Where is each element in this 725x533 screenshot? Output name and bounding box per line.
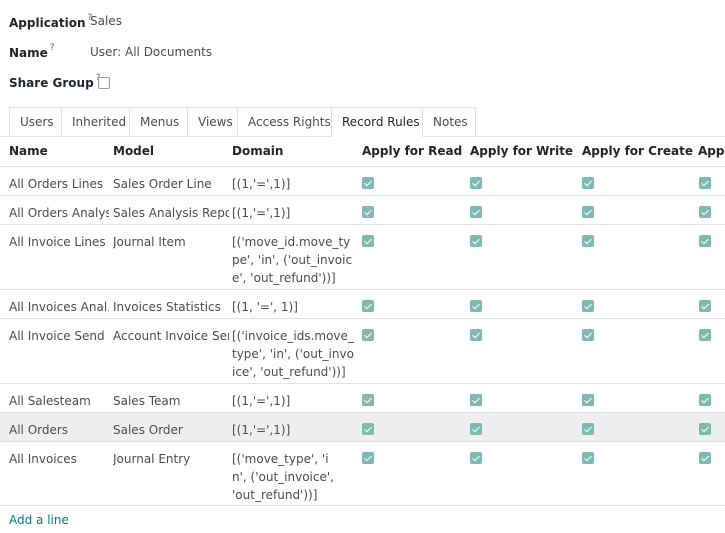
- tab-record-rules[interactable]: Record Rules: [332, 107, 423, 137]
- rule-name: All Orders Lines: [9, 177, 104, 191]
- delete-checkbox[interactable]: [699, 423, 711, 435]
- create-checkbox[interactable]: [582, 206, 594, 218]
- application-field: Application?: [9, 12, 92, 32]
- write-checkbox[interactable]: [470, 206, 482, 218]
- read-checkbox[interactable]: [362, 394, 374, 406]
- write-checkbox[interactable]: [470, 452, 482, 464]
- write-checkbox[interactable]: [470, 394, 482, 406]
- tab-notes[interactable]: Notes: [423, 107, 476, 137]
- share-group-checkbox[interactable]: [98, 77, 110, 89]
- rule-model: Journal Entry: [113, 452, 191, 466]
- tab-menus[interactable]: Menus: [130, 107, 188, 137]
- write-checkbox[interactable]: [470, 329, 482, 341]
- rule-domain: [('move_id.move_type', 'in', ('out_invoi…: [232, 235, 353, 285]
- rule-domain: [(1, '=', 1)]: [232, 300, 298, 314]
- table-row[interactable]: All Orders Analysis Sales Analysis Repor…: [0, 195, 725, 224]
- delete-checkbox[interactable]: [699, 235, 711, 247]
- write-checkbox[interactable]: [470, 177, 482, 189]
- read-checkbox[interactable]: [362, 329, 374, 341]
- create-checkbox[interactable]: [582, 394, 594, 406]
- table-row[interactable]: All Invoice Lines Journal Item [('move_i…: [0, 224, 725, 289]
- add-line-link[interactable]: Add a line: [9, 513, 69, 527]
- tab-inherited[interactable]: Inherited: [62, 107, 130, 137]
- read-checkbox[interactable]: [362, 452, 374, 464]
- delete-checkbox[interactable]: [699, 394, 711, 406]
- name-field: Name?: [9, 42, 55, 62]
- name-value[interactable]: User: All Documents: [90, 45, 212, 59]
- create-checkbox[interactable]: [582, 300, 594, 312]
- read-checkbox[interactable]: [362, 206, 374, 218]
- rule-model: Sales Order: [113, 423, 183, 437]
- delete-checkbox[interactable]: [699, 206, 711, 218]
- read-checkbox[interactable]: [362, 300, 374, 312]
- column-header-domain[interactable]: Domain: [232, 137, 283, 166]
- write-checkbox[interactable]: [470, 235, 482, 247]
- read-checkbox[interactable]: [362, 235, 374, 247]
- rule-domain: [(1,'=',1)]: [232, 206, 291, 220]
- rule-model: Sales Order Line: [113, 177, 212, 191]
- rule-name: All Orders Analysis: [9, 206, 109, 220]
- rule-model: Invoices Statistics: [113, 300, 221, 314]
- rule-domain: [('invoice_ids.move_type', 'in', ('out_i…: [232, 329, 354, 379]
- table-row[interactable]: All Salesteam Sales Team [(1,'=',1)]: [0, 383, 725, 412]
- help-icon[interactable]: ?: [50, 43, 55, 53]
- write-checkbox[interactable]: [470, 423, 482, 435]
- table-row[interactable]: All Orders Sales Order [(1,'=',1)]: [0, 412, 725, 441]
- rule-name: All Invoice Send …: [9, 329, 109, 343]
- delete-checkbox[interactable]: [699, 452, 711, 464]
- create-checkbox[interactable]: [582, 235, 594, 247]
- rule-name: All Salesteam: [9, 394, 91, 408]
- tab-access-rights[interactable]: Access Rights: [238, 107, 332, 137]
- rule-name: All Invoices Anal…: [9, 300, 109, 314]
- create-checkbox[interactable]: [582, 329, 594, 341]
- rule-domain: [(1,'=',1)]: [232, 394, 291, 408]
- rule-domain: [(1,'=',1)]: [232, 177, 291, 191]
- tab-users[interactable]: Users: [9, 107, 62, 137]
- delete-checkbox[interactable]: [699, 329, 711, 341]
- column-header-create[interactable]: Apply for Create: [582, 137, 693, 166]
- rule-model: Journal Item: [113, 235, 186, 249]
- share-group-label: Share Group?: [9, 73, 100, 90]
- share-group-field: Share Group?: [9, 72, 100, 92]
- notebook-tabs: Users Inherited Menus Views Access Right…: [9, 107, 476, 137]
- column-header-name[interactable]: Name: [9, 137, 48, 166]
- rule-name: All Orders: [9, 423, 69, 437]
- column-header-write[interactable]: Apply for Write: [470, 137, 573, 166]
- table-row[interactable]: All Invoice Send … Account Invoice Send …: [0, 318, 725, 383]
- table-row[interactable]: All Invoices Journal Entry [('move_type'…: [0, 441, 725, 505]
- column-header-model[interactable]: Model: [113, 137, 154, 166]
- name-label: Name?: [9, 42, 55, 60]
- delete-checkbox[interactable]: [699, 300, 711, 312]
- create-checkbox[interactable]: [582, 423, 594, 435]
- rule-domain: [('move_type', 'in', ('out_invoice', 'ou…: [232, 452, 334, 502]
- rule-name: All Invoices: [9, 452, 77, 466]
- read-checkbox[interactable]: [362, 423, 374, 435]
- rule-model: Sales Team: [113, 394, 181, 408]
- application-label: Application?: [9, 12, 93, 30]
- rule-name: All Invoice Lines: [9, 235, 106, 249]
- tab-views[interactable]: Views: [188, 107, 238, 137]
- delete-checkbox[interactable]: [699, 177, 711, 189]
- table-row[interactable]: All Invoices Anal… Invoices Statistics […: [0, 289, 725, 318]
- application-value[interactable]: Sales: [90, 14, 122, 28]
- column-header-delete[interactable]: Apply for Delete: [698, 137, 725, 166]
- create-checkbox[interactable]: [582, 177, 594, 189]
- read-checkbox[interactable]: [362, 177, 374, 189]
- table-bottom-divider: [0, 505, 725, 506]
- rule-model: Sales Analysis Report: [113, 206, 229, 220]
- write-checkbox[interactable]: [470, 300, 482, 312]
- create-checkbox[interactable]: [582, 452, 594, 464]
- column-header-read[interactable]: Apply for Read: [362, 137, 462, 166]
- table-row[interactable]: All Orders Lines Sales Order Line [(1,'=…: [0, 166, 725, 195]
- rule-domain: [(1,'=',1)]: [232, 423, 291, 437]
- rule-model: Account Invoice Send: [113, 329, 229, 343]
